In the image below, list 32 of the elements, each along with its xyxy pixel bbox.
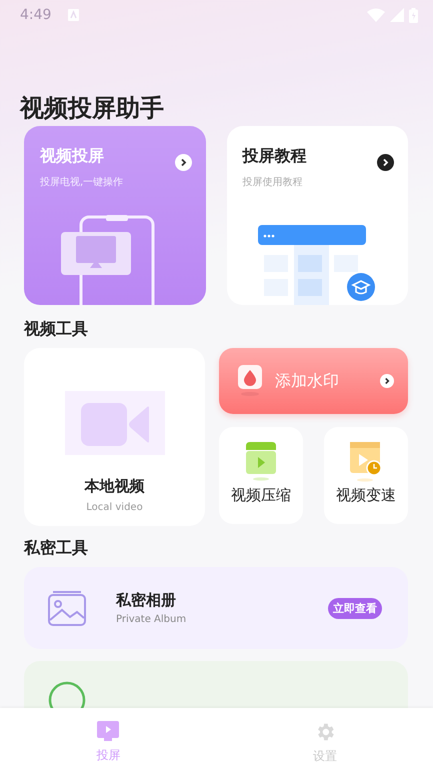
card-subtitle: 投屏使用教程: [242, 176, 304, 189]
chevron-right-icon: [174, 154, 192, 171]
section-heading: 视频工具: [24, 319, 89, 340]
film-clock-icon: [349, 442, 383, 482]
app-title: 视频投屏助手: [20, 93, 165, 124]
photo-album-icon: [48, 590, 86, 626]
water-drop-icon: [237, 365, 263, 397]
notification-icon: [68, 9, 80, 21]
battery-icon: [409, 8, 418, 22]
video-camera-icon: [64, 391, 164, 455]
card-subtitle: Private Album: [116, 614, 188, 625]
clapperboard-icon: [245, 442, 277, 482]
card-subtitle: 投屏电视,一键操作: [40, 176, 124, 189]
card-title: 视频投屏: [40, 146, 105, 167]
card-title: 视频变速: [336, 486, 396, 505]
chevron-right-icon: [377, 154, 394, 171]
card-subtitle: Local video: [86, 502, 143, 513]
status-time: 4:49: [20, 7, 52, 23]
card-title: 投屏教程: [242, 146, 306, 167]
section-heading: 私密工具: [24, 538, 89, 559]
card-title: 添加水印: [275, 370, 340, 392]
card-title: 视频压缩: [231, 486, 291, 505]
tool-card[interactable]: 视频变速: [324, 427, 408, 524]
private-tool-card[interactable]: 私密相册 Private Album 立即查看: [24, 567, 408, 649]
local-video-card[interactable]: 本地视频 Local video: [24, 348, 205, 526]
tool-card[interactable]: 视频压缩: [219, 427, 303, 524]
card-title: 私密相册: [116, 591, 177, 610]
feature-card[interactable]: 投屏教程 投屏使用教程: [226, 126, 408, 305]
view-button[interactable]: 立即查看: [328, 598, 382, 618]
chevron-right-icon: [380, 374, 394, 388]
screen-play-icon: [97, 721, 120, 742]
card-title: 本地视频: [84, 477, 144, 496]
